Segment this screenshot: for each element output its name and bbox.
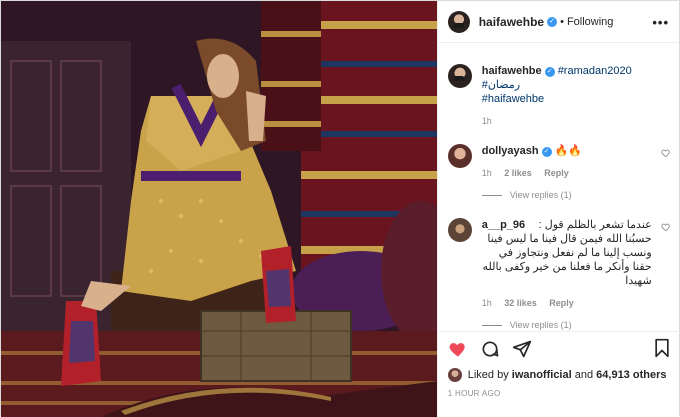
post-photo[interactable] [1,1,437,417]
author-username[interactable]: haifawehbe [479,15,544,29]
more-options-icon[interactable]: ••• [652,15,669,30]
comment-item: dollyayash ✓ 🔥🔥 1h 2 likes Reply View rep… [447,144,671,200]
hashtag-haifawehbe[interactable]: #haifawehbe [482,93,544,105]
reply-button[interactable]: Reply [544,168,569,178]
caption-text: haifawehbe ✓ #ramadan2020 #رمضان #haifawe… [482,64,671,106]
liked-by-middle: and [574,369,594,381]
post-header: haifawehbe ✓ • Following ••• [437,1,679,43]
bookmark-icon[interactable] [653,338,671,358]
commenter-avatar[interactable] [447,218,472,242]
caption-time[interactable]: 1h [482,116,492,126]
comment-time[interactable]: 1h [482,298,492,308]
share-icon[interactable] [512,339,532,359]
commenter-avatar[interactable] [447,144,472,168]
comment-like-heart-icon[interactable] [661,222,671,232]
liked-by-user[interactable]: iwanofficial [512,369,572,381]
comment-text: a__p_96 عندما تشعر بالظلم قول : حسبُنا ا… [482,218,671,288]
author-avatar[interactable] [447,10,470,33]
commenter-username[interactable]: dollyayash [482,145,539,157]
comment-icon[interactable] [480,339,500,359]
commenter-username[interactable]: a__p_96 [482,218,525,232]
comment-like-heart-icon[interactable] [661,148,671,158]
heart-icon[interactable] [448,339,468,359]
liked-by: Liked by iwanofficial and 64,913 others [447,368,671,382]
liked-by-count[interactable]: 64,913 others [596,369,666,381]
view-replies-label: View replies (1) [509,190,572,200]
comment-body: 🔥🔥 [554,145,583,157]
post-timestamp[interactable]: 1 HOUR AGO [448,389,671,398]
following-button[interactable]: Following [567,16,613,28]
liker-avatar[interactable] [447,368,462,382]
verified-badge-icon: ✓ [541,147,552,157]
caption: haifawehbe ✓ #ramadan2020 #رمضان #haifawe… [447,64,671,126]
comment-likes[interactable]: 32 likes [504,298,537,308]
header-separator: • [560,15,564,28]
comment-likes[interactable]: 2 likes [504,168,532,178]
caption-username[interactable]: haifawehbe [482,65,542,77]
comment-meta: 1h 2 likes Reply [482,168,671,178]
comments-section: haifawehbe ✓ #ramadan2020 #رمضان #haifawe… [438,44,680,331]
comment-text: dollyayash ✓ 🔥🔥 [482,144,671,158]
hashtag-ramadan2020[interactable]: #ramadan2020 [558,65,632,77]
view-replies-button[interactable]: View replies (1) [482,190,671,200]
caption-meta: 1h [482,116,671,126]
post-actions: Liked by iwanofficial and 64,913 others … [437,331,680,398]
verified-badge-icon: ✓ [544,67,555,77]
instagram-post: haifawehbe ✓ • Following ••• haifawehbe ✓… [0,0,680,417]
post-image-illustration [1,1,437,417]
reply-button[interactable]: Reply [549,298,574,308]
view-replies-button[interactable]: View replies (1) [482,320,671,330]
action-icons [448,338,671,360]
caption-avatar[interactable] [447,64,472,88]
hashtag-ramadan-arabic[interactable]: #رمضان [482,79,520,91]
comment-time[interactable]: 1h [482,168,492,178]
comment-item: a__p_96 عندما تشعر بالظلم قول : حسبُنا ا… [447,218,671,330]
post-sidebar: haifawehbe ✓ • Following ••• haifawehbe ✓… [436,1,680,417]
comment-meta: 1h 32 likes Reply [482,298,671,308]
view-replies-label: View replies (1) [509,320,572,330]
liked-by-prefix: Liked by [467,369,509,381]
verified-badge-icon: ✓ [547,16,558,27]
